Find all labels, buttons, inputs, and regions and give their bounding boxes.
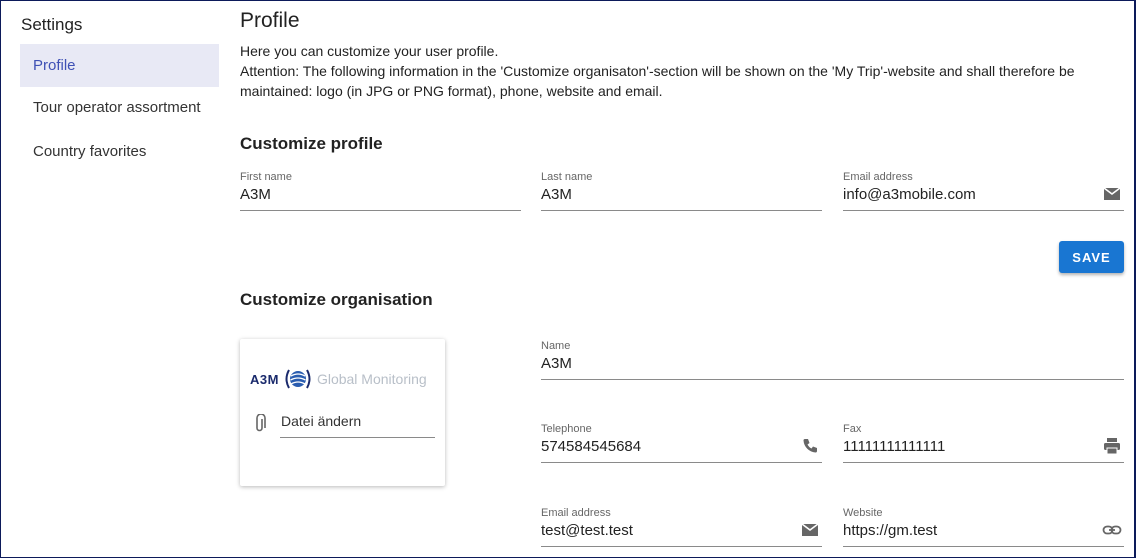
profile-email-label: Email address	[843, 171, 913, 183]
last-name-label: Last name	[541, 171, 593, 183]
first-name-value[interactable]: A3M	[240, 186, 271, 203]
organisation-email-label: Email address	[541, 507, 611, 519]
profile-email-field[interactable]: Email address info@a3mobile.com	[843, 171, 1124, 211]
logo-brand: A3M	[250, 371, 279, 387]
fax-label: Fax	[843, 423, 862, 435]
sidebar-item-tour-operator-assortment[interactable]: Tour operator assortment	[20, 86, 219, 129]
change-file-input[interactable]: Datei ändern	[280, 413, 435, 438]
organisation-logo: A3M Global Monitoring	[250, 367, 427, 391]
sidebar-item-country-favorites[interactable]: Country favorites	[20, 130, 219, 173]
page-description: Here you can customize your user profile…	[240, 41, 1120, 101]
organisation-email-value[interactable]: test@test.test	[541, 522, 633, 539]
profile-email-value[interactable]: info@a3mobile.com	[843, 186, 976, 203]
organisation-name-field[interactable]: Name A3M	[541, 340, 1124, 380]
paperclip-icon[interactable]	[254, 414, 266, 434]
telephone-value[interactable]: 574584545684	[541, 438, 641, 455]
sidebar-title: Settings	[21, 15, 83, 34]
section-title-customize-profile: Customize profile	[240, 134, 383, 153]
description-attention: Attention: The following information in …	[240, 63, 1075, 99]
description-intro: Here you can customize your user profile…	[240, 43, 499, 59]
organisation-email-field[interactable]: Email address test@test.test	[541, 507, 822, 547]
first-name-label: First name	[240, 171, 292, 183]
fax-value[interactable]: 11111111111111	[843, 438, 945, 455]
settings-sidebar: Settings Profile Tour operator assortmen…	[1, 1, 221, 557]
first-name-field[interactable]: First name A3M	[240, 171, 521, 211]
organisation-name-value[interactable]: A3M	[541, 355, 572, 372]
website-value[interactable]: https://gm.test	[843, 522, 937, 539]
telephone-label: Telephone	[541, 423, 592, 435]
website-label: Website	[843, 507, 883, 519]
save-button[interactable]: SAVE	[1059, 241, 1124, 273]
logo-card: A3M Global Monitoring Datei ändern	[240, 339, 445, 486]
globe-icon	[285, 369, 311, 389]
organisation-name-label: Name	[541, 340, 571, 352]
phone-icon	[803, 439, 817, 453]
page-title: Profile	[240, 9, 300, 32]
logo-tagline: Global Monitoring	[316, 371, 427, 387]
mail-icon	[801, 523, 819, 536]
mail-icon	[1103, 187, 1121, 200]
telephone-field[interactable]: Telephone 574584545684	[541, 423, 822, 463]
section-title-customize-organisation: Customize organisation	[240, 290, 433, 309]
last-name-field[interactable]: Last name A3M	[541, 171, 822, 211]
sidebar-item-profile[interactable]: Profile	[20, 44, 219, 87]
printer-icon	[1104, 438, 1120, 455]
website-field[interactable]: Website https://gm.test	[843, 507, 1124, 547]
link-icon	[1102, 525, 1122, 535]
fax-field[interactable]: Fax 11111111111111	[843, 423, 1124, 463]
last-name-value[interactable]: A3M	[541, 186, 572, 203]
